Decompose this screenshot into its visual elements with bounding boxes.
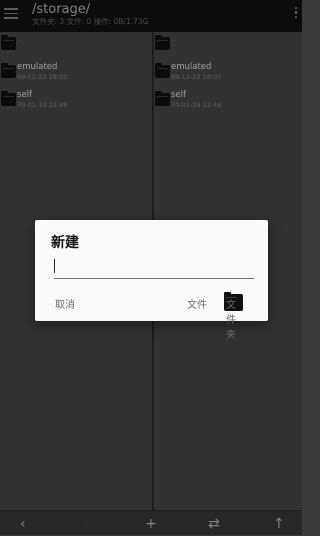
new-file-button[interactable]: 文件 [185,294,209,313]
new-folder-button[interactable]: 文件夹 [224,292,243,341]
text-caret [54,259,55,273]
new-item-name-input[interactable] [54,258,254,279]
cancel-button[interactable]: 取消 [53,294,77,313]
dialog-title: 新建 [51,235,79,251]
new-item-dialog: 新建 取消 文件 文件夹 [35,220,268,341]
